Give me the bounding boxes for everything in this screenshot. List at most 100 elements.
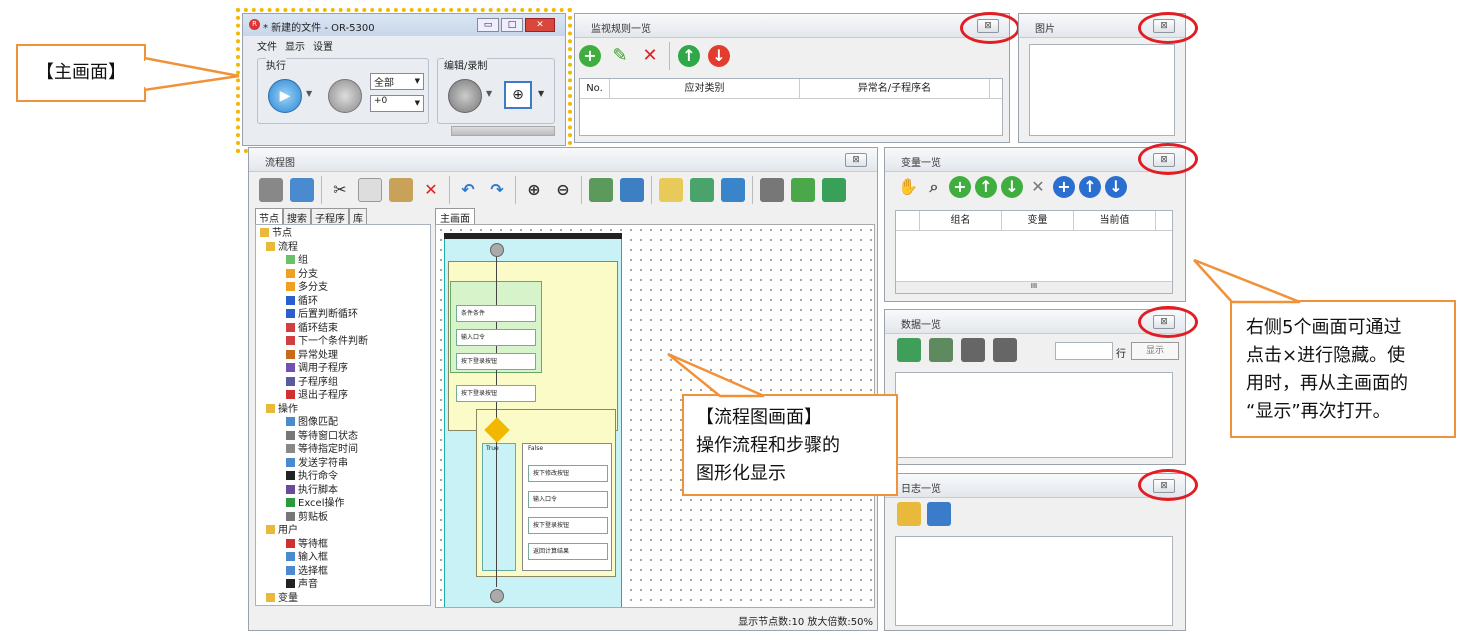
arrow-down-icon[interactable]: ↓ bbox=[708, 45, 730, 67]
flow-node[interactable]: 返回计算结果 bbox=[528, 543, 608, 560]
tree-item[interactable]: 节点 bbox=[260, 227, 426, 241]
tree-item-label: 图像匹配 bbox=[298, 417, 338, 428]
image-close-button[interactable]: ⊠ bbox=[1153, 19, 1175, 33]
start-node[interactable] bbox=[490, 243, 504, 257]
tree-item[interactable]: 循环 bbox=[260, 295, 426, 309]
undo-icon[interactable]: ↶ bbox=[457, 179, 479, 201]
tree-item[interactable]: 声音 bbox=[260, 578, 426, 592]
tree-item[interactable]: 后置判断循环 bbox=[260, 308, 426, 322]
tree-item[interactable]: 剪贴板 bbox=[260, 511, 426, 525]
zoom-out-icon[interactable]: ⊖ bbox=[552, 179, 574, 201]
flow-node[interactable]: 输入口令 bbox=[528, 491, 608, 508]
export-icon[interactable] bbox=[690, 178, 714, 202]
data-close-button[interactable]: ⊠ bbox=[1153, 315, 1175, 329]
search-icon[interactable]: ⌕ bbox=[923, 176, 945, 198]
folder-open-icon[interactable] bbox=[897, 502, 921, 526]
callout-main-pointer bbox=[144, 56, 240, 92]
tree-item[interactable]: 变量 bbox=[260, 592, 426, 606]
tree-item[interactable]: 图像匹配 bbox=[260, 416, 426, 430]
tree-item[interactable]: 组 bbox=[260, 254, 426, 268]
arrow-down-blue-icon[interactable]: ↓ bbox=[1105, 176, 1127, 198]
tree-item[interactable]: 等待指定时间 bbox=[260, 443, 426, 457]
tree-item-label: 节点 bbox=[272, 228, 292, 239]
tree-item[interactable]: 用户 bbox=[260, 524, 426, 538]
tree-item[interactable]: Excel操作 bbox=[260, 497, 426, 511]
add-blue-icon[interactable]: + bbox=[1053, 176, 1075, 198]
tree-item[interactable]: 发送字符串 bbox=[260, 457, 426, 471]
flow-node[interactable]: 条件条件 bbox=[456, 305, 536, 322]
flow-status: 显示节点数:10 放大倍数:50% bbox=[738, 617, 873, 628]
flow-node[interactable]: 按下修改按钮 bbox=[528, 465, 608, 482]
callout-right-line3: 用时，再从主画面的 bbox=[1246, 373, 1408, 394]
paste-icon[interactable] bbox=[389, 178, 413, 202]
copy-icon[interactable] bbox=[358, 178, 382, 202]
import-icon[interactable] bbox=[721, 178, 745, 202]
tree-item[interactable]: 异常处理 bbox=[260, 349, 426, 363]
flow-node[interactable]: 按下登录按钮 bbox=[456, 353, 536, 370]
database-edit-icon[interactable] bbox=[993, 338, 1017, 362]
hand-icon[interactable]: ✋ bbox=[897, 176, 919, 198]
add-icon[interactable]: + bbox=[949, 176, 971, 198]
flow-node[interactable]: 按下登录按钮 bbox=[528, 517, 608, 534]
flow-node[interactable]: 按下登录按钮 bbox=[456, 385, 536, 402]
flow-close-button[interactable]: ⊠ bbox=[845, 153, 867, 167]
flow-node[interactable]: 输入口令 bbox=[456, 329, 536, 346]
pencil-icon[interactable]: ✎ bbox=[609, 45, 631, 67]
tree-item[interactable]: 执行脚本 bbox=[260, 484, 426, 498]
tree-item[interactable]: 退出子程序 bbox=[260, 389, 426, 403]
tree-item-label: 组 bbox=[298, 255, 308, 266]
log-close-button[interactable]: ⊠ bbox=[1153, 479, 1175, 493]
tree-item[interactable]: 循环结束 bbox=[260, 322, 426, 336]
tree-item[interactable]: 分支 bbox=[260, 268, 426, 282]
delete-icon[interactable]: ✕ bbox=[420, 179, 442, 201]
variable-title: 变量一览 bbox=[901, 158, 941, 169]
variable-hscroll[interactable]: III bbox=[896, 281, 1172, 293]
picture-icon[interactable] bbox=[290, 178, 314, 202]
node-type-icon bbox=[286, 538, 295, 548]
callout-flow-line1: 操作流程和步骤的 bbox=[696, 435, 840, 456]
clear-log-icon[interactable] bbox=[927, 502, 951, 526]
monitor-close-button[interactable]: ⊠ bbox=[977, 19, 999, 33]
arrow-down-icon[interactable]: ↓ bbox=[1001, 176, 1023, 198]
note-icon[interactable] bbox=[659, 178, 683, 202]
redo-icon[interactable]: ↷ bbox=[486, 179, 508, 201]
tree-item[interactable]: 等待框 bbox=[260, 538, 426, 552]
tree-item[interactable]: 等待窗口状态 bbox=[260, 430, 426, 444]
image-edit2-icon[interactable] bbox=[620, 178, 644, 202]
delete-icon[interactable]: ✕ bbox=[1027, 176, 1049, 198]
zoom-in-icon[interactable]: ⊕ bbox=[523, 179, 545, 201]
row-input[interactable] bbox=[1055, 342, 1113, 360]
tree-item[interactable]: 设置变量 bbox=[260, 605, 426, 606]
node-type-icon bbox=[286, 552, 295, 561]
window-icon[interactable] bbox=[760, 178, 784, 202]
add-node-icon[interactable] bbox=[791, 178, 815, 202]
table-icon[interactable] bbox=[897, 338, 921, 362]
col-variable: 变量 bbox=[1002, 211, 1074, 230]
swap-icon[interactable] bbox=[822, 178, 846, 202]
arrow-up-icon[interactable]: ↑ bbox=[975, 176, 997, 198]
tree-item[interactable]: 执行命令 bbox=[260, 470, 426, 484]
tree-item[interactable]: 操作 bbox=[260, 403, 426, 417]
add-icon[interactable]: + bbox=[579, 45, 601, 67]
database-export-icon[interactable] bbox=[961, 338, 985, 362]
tree-item[interactable]: 下一个条件判断 bbox=[260, 335, 426, 349]
variable-close-button[interactable]: ⊠ bbox=[1153, 153, 1175, 167]
image-edit-icon[interactable] bbox=[589, 178, 613, 202]
home-icon[interactable] bbox=[259, 178, 283, 202]
tree-item[interactable]: 选择框 bbox=[260, 565, 426, 579]
show-button[interactable]: 显示 bbox=[1131, 342, 1179, 360]
tree-item[interactable]: 子程序组 bbox=[260, 376, 426, 390]
delete-icon[interactable]: ✕ bbox=[639, 45, 661, 67]
end-node[interactable] bbox=[490, 589, 504, 603]
tree-item[interactable]: 调用子程序 bbox=[260, 362, 426, 376]
tree-item-label: 操作 bbox=[278, 403, 298, 415]
node-type-icon bbox=[286, 565, 295, 575]
tree-item[interactable]: 输入框 bbox=[260, 551, 426, 565]
cut-icon[interactable]: ✂ bbox=[329, 179, 351, 201]
database-add-icon[interactable] bbox=[929, 338, 953, 362]
tree-item[interactable]: 多分支 bbox=[260, 281, 426, 295]
arrow-up-icon[interactable]: ↑ bbox=[678, 45, 700, 67]
tree-item-label: 下一个条件判断 bbox=[298, 336, 368, 347]
tree-item[interactable]: 流程 bbox=[260, 241, 426, 255]
arrow-up-blue-icon[interactable]: ↑ bbox=[1079, 176, 1101, 198]
